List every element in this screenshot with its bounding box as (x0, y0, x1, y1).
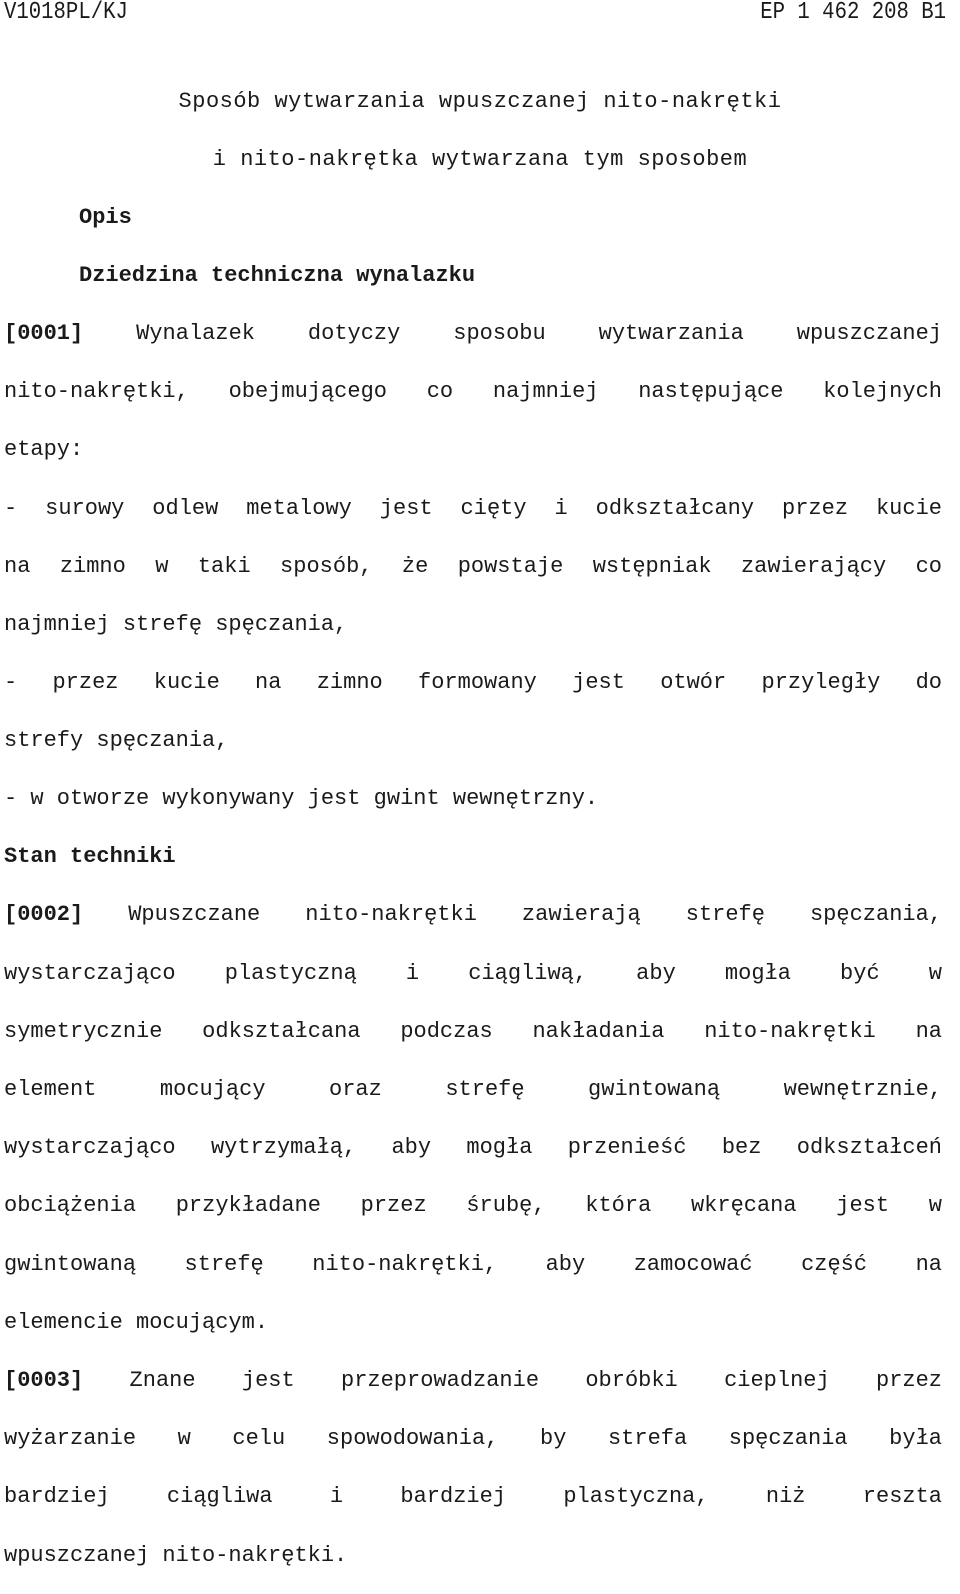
paragraph-0003-line: bardziej ciągliwa i bardziej plastyczna,… (4, 1484, 942, 1509)
paragraph-0001-line: strefy spęczania, (4, 728, 229, 753)
paragraph-number: [0002] (4, 902, 84, 927)
paragraph-0003-line: wyżarzanie w celu spowodowania, by stref… (4, 1426, 942, 1451)
paragraph-0002-line: [0002] Wpuszczane nito-nakrętki zawieraj… (4, 902, 942, 927)
document-reference: V1018PL/KJ (4, 0, 128, 26)
paragraph-0002-line: elemencie mocującym. (4, 1310, 269, 1335)
section-heading-prior-art: Stan techniki (4, 844, 176, 869)
paragraph-0002-line: symetrycznie odkształcana podczas nakład… (4, 1019, 942, 1044)
document-title-line-1: Sposób wytwarzania wpuszczanej nito-nakr… (178, 89, 782, 114)
paragraph-0001-line: - surowy odlew metalowy jest cięty i odk… (4, 496, 942, 521)
paragraph-0001-line: nito-nakrętki, obejmującego co najmniej … (4, 379, 942, 404)
paragraph-number: [0001] (4, 321, 84, 346)
paragraph-0001-line: - przez kucie na zimno formowany jest ot… (4, 670, 942, 695)
paragraph-0001-line: etapy: (4, 437, 84, 462)
section-heading-field: Dziedzina techniczna wynalazku (79, 263, 476, 288)
paragraph-0002-line: wystarczająco plastyczną i ciągliwą, aby… (4, 961, 942, 986)
paragraph-number: [0003] (4, 1368, 84, 1393)
paragraph-0002-line: gwintowaną strefę nito-nakrętki, aby zam… (4, 1252, 942, 1277)
patent-number: EP 1 462 208 B1 (760, 0, 946, 26)
paragraph-0002-line: obciążenia przykładane przez śrubę, któr… (4, 1193, 942, 1218)
paragraph-0001-line: - w otworze wykonywany jest gwint wewnęt… (4, 786, 599, 811)
section-heading-opis: Opis (79, 205, 132, 230)
paragraph-0001-line: [0001] Wynalazek dotyczy sposobu wytwarz… (4, 321, 942, 346)
paragraph-0001-line: na zimno w taki sposób, że powstaje wstę… (4, 554, 942, 579)
page-header: V1018PL/KJ EP 1 462 208 B1 (0, 0, 946, 26)
paragraph-0003-line: wpuszczanej nito-nakrętki. (4, 1543, 348, 1568)
paragraph-0002-line: wystarczająco wytrzymałą, aby mogła prze… (4, 1135, 942, 1160)
paragraph-0001-line: najmniej strefę spęczania, (4, 612, 348, 637)
paragraph-0002-line: element mocujący oraz strefę gwintowaną … (4, 1077, 942, 1102)
paragraph-0003-line: [0003] Znane jest przeprowadzanie obróbk… (4, 1368, 943, 1393)
document-title-line-2: i nito-nakrętka wytwarzana tym sposobem (212, 147, 748, 172)
